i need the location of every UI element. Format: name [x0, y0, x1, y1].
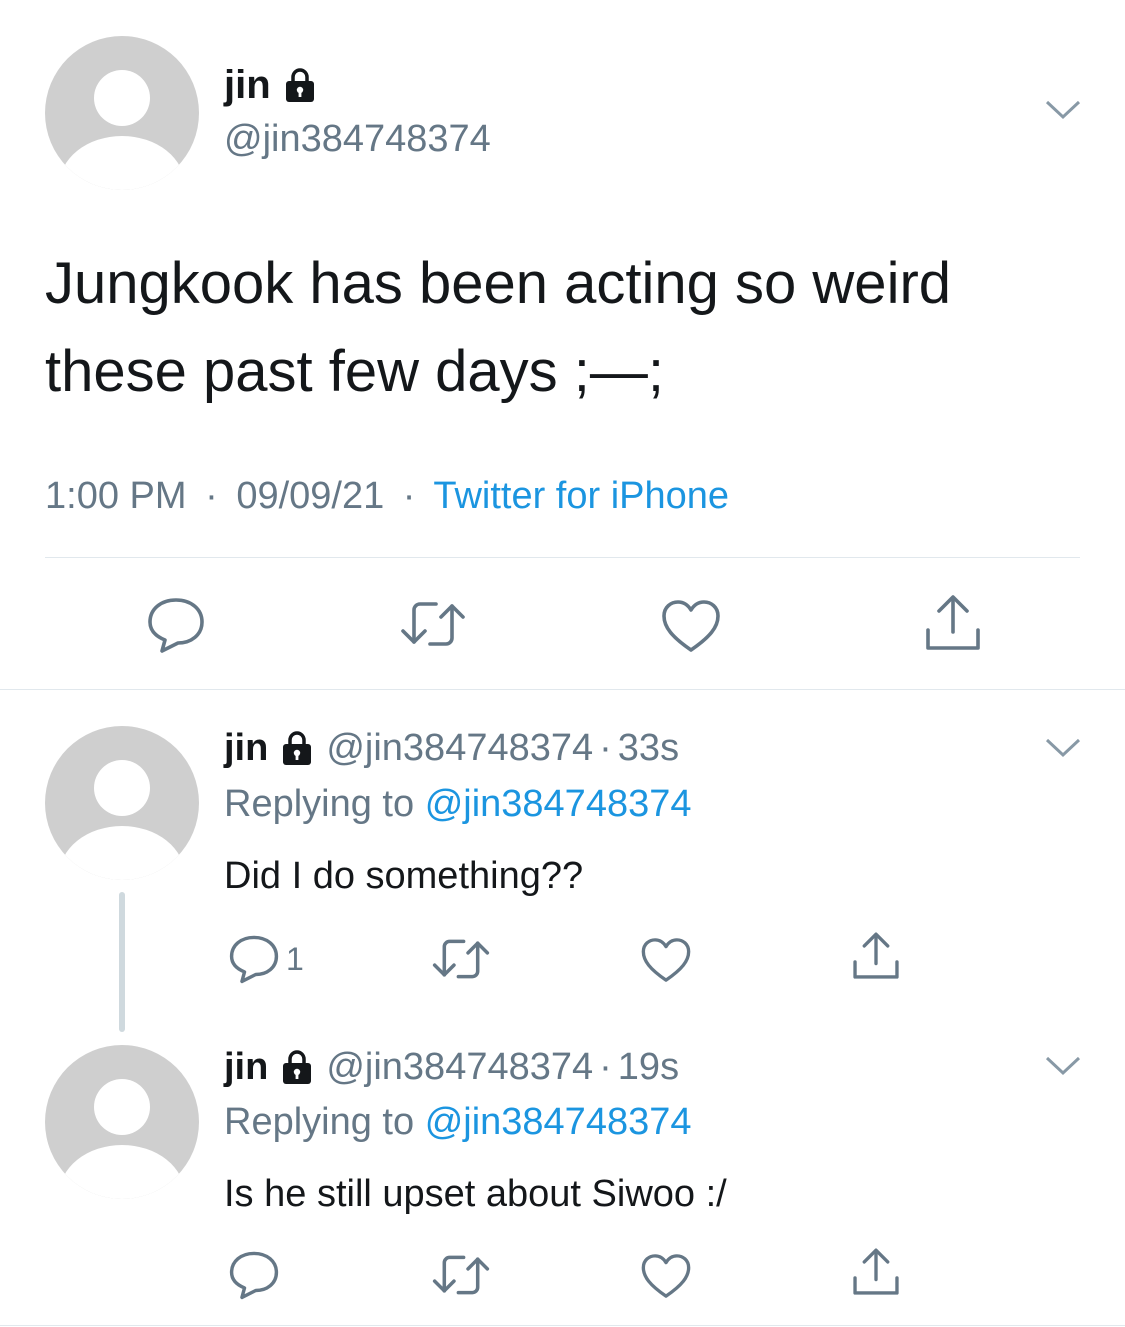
- display-name[interactable]: jin: [224, 63, 271, 108]
- thread-line: [119, 892, 125, 1032]
- heart-icon[interactable]: [660, 598, 722, 654]
- tweet-time: 1:00 PM: [45, 475, 187, 517]
- heart-icon[interactable]: [640, 936, 692, 984]
- replying-to-handle[interactable]: @jin384748374: [425, 1101, 692, 1143]
- share-icon[interactable]: [922, 592, 984, 654]
- retweet-icon[interactable]: [400, 598, 466, 650]
- meta-separator: ·: [402, 475, 416, 517]
- replying-to-handle[interactable]: @jin384748374: [425, 783, 692, 825]
- tweet-source-link[interactable]: Twitter for iPhone: [433, 475, 729, 517]
- replying-to-label: Replying to: [224, 1101, 415, 1143]
- tweet-text-line: Jungkook has been acting so weird: [45, 251, 952, 316]
- reply-count: 1: [286, 940, 304, 977]
- lock-icon: [285, 67, 315, 103]
- tweet-text: Did I do something??: [224, 855, 584, 897]
- tweet-date: 09/09/21: [236, 475, 385, 517]
- tweet-age: 19s: [617, 1045, 680, 1088]
- avatar[interactable]: [45, 1045, 199, 1199]
- reply-header: jin @jin384748374 · 33s: [224, 722, 679, 774]
- reply-icon[interactable]: [228, 1250, 280, 1300]
- lock-icon: [282, 1049, 312, 1085]
- reply-header: jin @jin384748374 · 19s: [224, 1041, 679, 1093]
- chevron-down-icon[interactable]: [1044, 736, 1082, 760]
- avatar[interactable]: [45, 726, 199, 880]
- handle[interactable]: @jin384748374: [224, 118, 491, 161]
- tweet-text-line: these past few days ;—;: [45, 339, 664, 404]
- tweet-age: 33s: [617, 726, 680, 769]
- divider: [0, 689, 1125, 690]
- display-name[interactable]: jin: [224, 727, 268, 770]
- tweet-meta: 1:00 PM · 09/09/21 · Twitter for iPhone: [45, 475, 729, 518]
- tweet-text: Jungkook has been acting so weird these …: [45, 240, 951, 416]
- handle[interactable]: @jin384748374: [326, 727, 593, 770]
- share-icon[interactable]: [850, 1246, 902, 1298]
- lock-icon: [282, 730, 312, 766]
- avatar[interactable]: [45, 36, 199, 190]
- reply-icon[interactable]: [146, 596, 206, 654]
- replying-to: Replying to @jin384748374: [224, 1101, 692, 1144]
- retweet-icon[interactable]: [432, 936, 490, 982]
- chevron-down-icon[interactable]: [1044, 98, 1082, 122]
- display-name[interactable]: jin: [224, 1046, 268, 1089]
- meta-separator: ·: [205, 475, 218, 517]
- share-icon[interactable]: [850, 930, 902, 982]
- meta-separator: ·: [599, 1045, 612, 1088]
- divider: [45, 557, 1080, 558]
- reply-action[interactable]: 1: [228, 934, 304, 984]
- reply-icon[interactable]: [228, 934, 280, 984]
- handle[interactable]: @jin384748374: [326, 1046, 593, 1089]
- tweet-text: Is he still upset about Siwoo :/: [224, 1173, 727, 1215]
- replying-to: Replying to @jin384748374: [224, 783, 692, 826]
- retweet-icon[interactable]: [432, 1252, 490, 1298]
- replying-to-label: Replying to: [224, 783, 415, 825]
- meta-separator: ·: [599, 726, 612, 769]
- divider: [0, 1325, 1125, 1326]
- chevron-down-icon[interactable]: [1044, 1054, 1082, 1078]
- heart-icon[interactable]: [640, 1252, 692, 1300]
